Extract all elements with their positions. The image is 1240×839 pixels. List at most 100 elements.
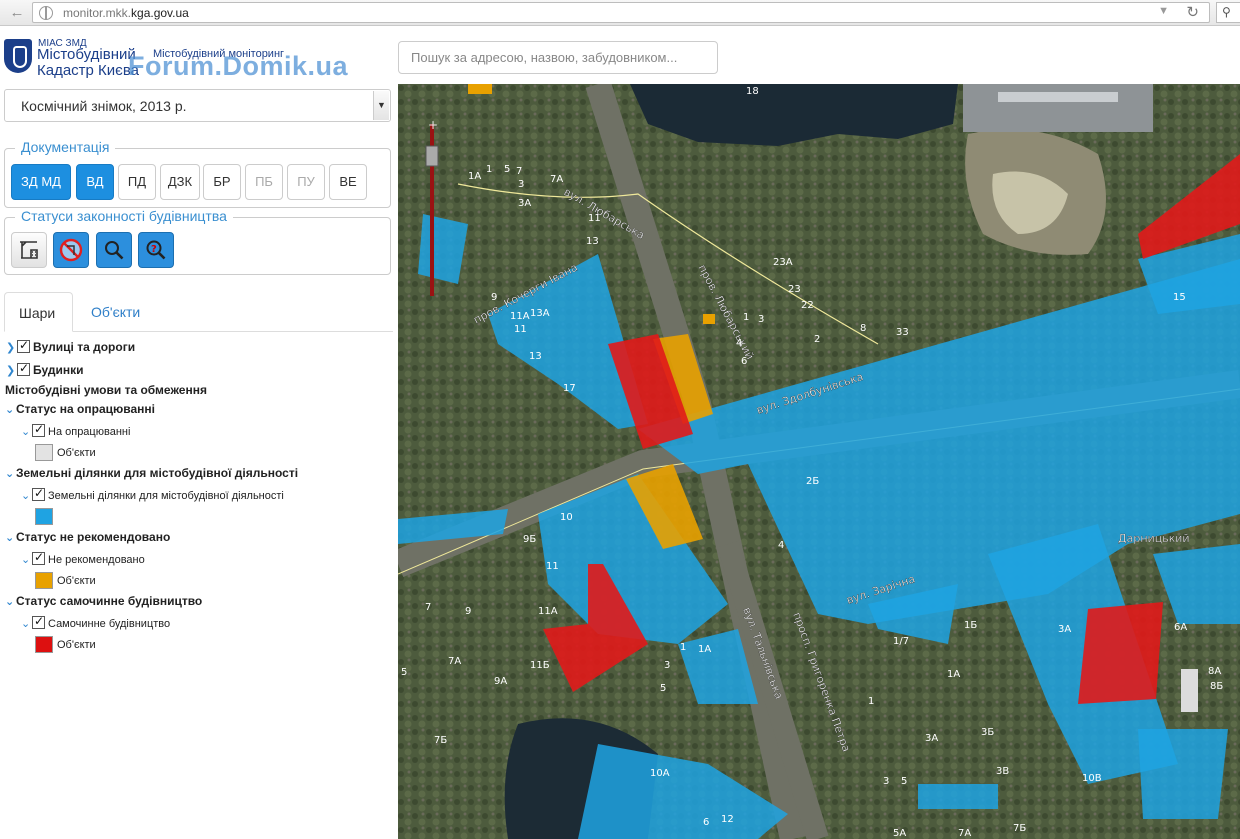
house-number: 7А bbox=[550, 174, 563, 185]
house-number: 3В bbox=[996, 766, 1009, 777]
basemap-select[interactable]: Космічний знімок, 2013 р. ▼ bbox=[4, 89, 391, 122]
no-construction-icon[interactable] bbox=[53, 232, 89, 268]
street-label: Дарницький bbox=[1118, 532, 1190, 545]
doc-button-pu[interactable]: ПУ bbox=[287, 164, 325, 200]
search-icon: ⚲ bbox=[1222, 5, 1231, 19]
doc-button-vd[interactable]: ВД bbox=[76, 164, 114, 200]
not-recommended-plot[interactable] bbox=[703, 314, 715, 324]
legend-swatch-unauthorized bbox=[35, 636, 53, 653]
house-number: 1А bbox=[698, 644, 711, 655]
org-name-line1: Містобудівний bbox=[37, 46, 136, 63]
tree-item-land-plots-layer[interactable]: ⌄ Земельні ділянки для містобудівної діял… bbox=[21, 486, 284, 502]
checkbox[interactable] bbox=[32, 614, 45, 629]
legend-swatch-not-recommended bbox=[35, 572, 53, 589]
checkbox[interactable] bbox=[32, 486, 45, 501]
checkbox[interactable] bbox=[32, 422, 45, 437]
browser-search-field[interactable]: ⚲ bbox=[1216, 2, 1240, 23]
chevron-right-icon[interactable]: ❯ bbox=[6, 364, 17, 377]
house-number: 5 bbox=[660, 683, 666, 694]
house-number: 1А bbox=[947, 669, 960, 680]
tree-item-not-recommended[interactable]: ⌄ Статус не рекомендовано bbox=[5, 530, 170, 544]
not-recommended-plot[interactable] bbox=[468, 84, 492, 94]
chevron-right-icon[interactable]: ❯ bbox=[6, 341, 17, 354]
address-bar[interactable]: monitor.mkk.kga.gov.ua ▼ ↻ bbox=[32, 2, 1210, 23]
tree-item-processing[interactable]: ⌄ На опрацюванні bbox=[21, 422, 130, 438]
building bbox=[963, 84, 1153, 132]
house-number: 10А bbox=[650, 768, 670, 779]
globe-icon bbox=[39, 6, 53, 20]
chevron-down-icon[interactable]: ⌄ bbox=[5, 531, 16, 544]
house-number: 1А bbox=[468, 171, 481, 182]
house-number: 1 bbox=[743, 312, 749, 323]
house-number: 11А bbox=[510, 311, 530, 322]
tree-item-status-processing[interactable]: ⌄ Статус на опрацюванні bbox=[5, 402, 155, 416]
house-number: 9Б bbox=[523, 534, 536, 545]
tree-header-conditions: Містобудівні умови та обмеження bbox=[5, 383, 207, 397]
house-number: 6А bbox=[1174, 622, 1187, 633]
house-number: 1Б bbox=[964, 620, 977, 631]
house-number: 2 bbox=[814, 334, 820, 345]
legality-legend: Статуси законності будівництва bbox=[15, 208, 233, 224]
chevron-down-icon[interactable]: ⌄ bbox=[21, 425, 32, 438]
legality-group: Статуси законності будівництва ? bbox=[4, 208, 391, 275]
tree-item-land-plots[interactable]: ⌄ Земельні ділянки для містобудівної діял… bbox=[5, 466, 298, 480]
house-number: 7 bbox=[425, 602, 431, 613]
house-number: 10 bbox=[560, 512, 573, 523]
house-number: 7Б bbox=[1013, 823, 1026, 834]
land-plot[interactable] bbox=[1138, 729, 1228, 819]
doc-button-ve[interactable]: ВЕ bbox=[329, 164, 367, 200]
chevron-down-icon[interactable]: ▼ bbox=[373, 91, 389, 120]
zoom-handle[interactable] bbox=[425, 145, 439, 167]
tab-layers[interactable]: Шари bbox=[4, 292, 73, 332]
doc-button-zdmd[interactable]: ЗД МД bbox=[11, 164, 71, 200]
chevron-down-icon[interactable]: ⌄ bbox=[21, 553, 32, 566]
chevron-down-icon[interactable]: ⌄ bbox=[5, 467, 16, 480]
house-number: 23А bbox=[773, 257, 793, 268]
house-number: 1/7 bbox=[893, 636, 909, 647]
doc-button-br[interactable]: БР bbox=[203, 164, 241, 200]
chevron-down-icon[interactable]: ⌄ bbox=[21, 489, 32, 502]
processing-plot[interactable] bbox=[1181, 669, 1198, 712]
house-number: 2Б bbox=[806, 476, 819, 487]
chevron-down-icon[interactable]: ⌄ bbox=[21, 617, 32, 630]
house-number: 8Б bbox=[1210, 681, 1223, 692]
back-icon[interactable]: ← bbox=[6, 3, 28, 23]
sidebar: Космічний знімок, 2013 р. ▼ Документація… bbox=[0, 84, 397, 839]
legend-label: Об'єкти bbox=[57, 575, 96, 587]
chevron-down-icon[interactable]: ⌄ bbox=[5, 403, 16, 416]
map-canvas[interactable]: + вул. Любарська пров. Кочерги Івана про… bbox=[398, 84, 1240, 839]
chevron-down-icon[interactable]: ⌄ bbox=[5, 595, 16, 608]
crane-icon[interactable] bbox=[11, 232, 47, 268]
search-icon[interactable] bbox=[96, 232, 132, 268]
tree-item-unauthorized-layer[interactable]: ⌄ Самочинне будівництво bbox=[21, 614, 170, 630]
house-number: 11 bbox=[514, 324, 527, 335]
tree-label: Статус не рекомендовано bbox=[16, 530, 171, 544]
tab-objects[interactable]: Об'єкти bbox=[77, 292, 154, 332]
tree-item-not-recommended-layer[interactable]: ⌄ Не рекомендовано bbox=[21, 550, 145, 566]
tree-item-buildings[interactable]: ❯ Будинки bbox=[6, 361, 83, 377]
question-search-icon[interactable]: ? bbox=[138, 232, 174, 268]
checkbox[interactable] bbox=[17, 361, 30, 376]
checkbox[interactable] bbox=[32, 550, 45, 565]
house-number: 33 bbox=[896, 327, 909, 338]
house-number: 9 bbox=[491, 292, 497, 303]
chevron-down-icon[interactable]: ▼ bbox=[1158, 5, 1169, 17]
legend-swatch-land bbox=[35, 508, 53, 525]
search-input[interactable]: Пошук за адресою, назвою, забудовником..… bbox=[398, 41, 718, 74]
tree-item-unauthorized[interactable]: ⌄ Статус самочинне будівництво bbox=[5, 594, 202, 608]
unauthorized-plot[interactable] bbox=[1078, 602, 1163, 704]
land-plot[interactable] bbox=[918, 784, 998, 809]
tree-item-streets[interactable]: ❯ Вулиці та дороги bbox=[6, 338, 135, 354]
house-number: 3 bbox=[758, 314, 764, 325]
browser-toolbar: ← monitor.mkk.kga.gov.ua ▼ ↻ ⚲ bbox=[0, 0, 1240, 26]
doc-button-pd[interactable]: ПД bbox=[118, 164, 156, 200]
checkbox[interactable] bbox=[17, 338, 30, 353]
doc-button-pb[interactable]: ПБ bbox=[245, 164, 283, 200]
house-number: 8А bbox=[1208, 666, 1221, 677]
map-view[interactable]: + вул. Любарська пров. Кочерги Івана про… bbox=[398, 84, 1240, 839]
building bbox=[998, 92, 1118, 102]
house-number: 11Б bbox=[530, 660, 550, 671]
reload-icon[interactable]: ↻ bbox=[1186, 3, 1199, 21]
doc-button-dzk[interactable]: ДЗК bbox=[160, 164, 200, 200]
house-number: 22 bbox=[801, 300, 814, 311]
